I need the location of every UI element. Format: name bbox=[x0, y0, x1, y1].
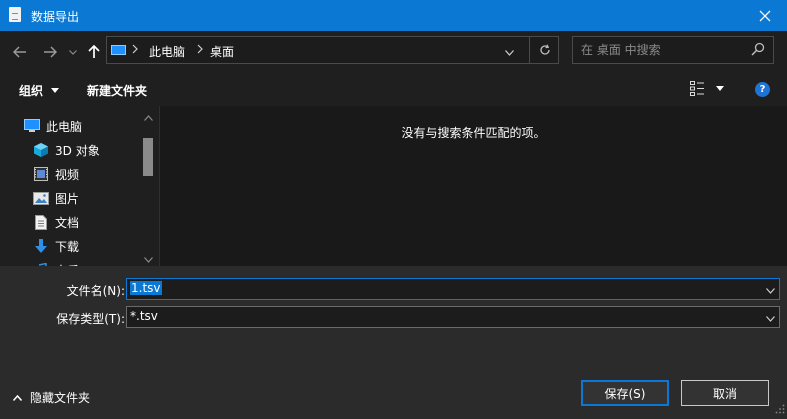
sidebar-item-documents[interactable]: 文档 bbox=[33, 212, 79, 232]
filename-label: 文件名(N): bbox=[66, 284, 125, 298]
hide-folders-label: 隐藏文件夹 bbox=[30, 391, 91, 405]
sidebar-item-label: 图片 bbox=[55, 191, 80, 206]
sidebar-item-videos[interactable]: 视频 bbox=[33, 164, 79, 184]
navigation-pane: 此电脑 3D 对象 视频 图片 文档 下载 bbox=[0, 106, 160, 266]
chevron-down-icon bbox=[505, 50, 514, 56]
filename-field[interactable]: 1.tsv bbox=[126, 278, 780, 300]
sidebar-item-this-pc[interactable]: 此电脑 bbox=[24, 116, 82, 136]
help-icon[interactable]: ? bbox=[755, 82, 770, 97]
recent-locations-button[interactable] bbox=[66, 42, 80, 62]
close-button[interactable] bbox=[743, 0, 787, 31]
refresh-icon bbox=[540, 44, 550, 55]
chevron-right-icon bbox=[197, 43, 203, 57]
chevron-down-icon[interactable] bbox=[766, 311, 775, 325]
arrow-up-icon bbox=[88, 45, 100, 58]
filename-value: 1.tsv bbox=[130, 281, 162, 295]
address-history-button[interactable] bbox=[505, 45, 514, 59]
change-view-button[interactable] bbox=[690, 81, 724, 96]
up-button[interactable] bbox=[85, 42, 103, 62]
scroll-thumb[interactable] bbox=[143, 138, 153, 176]
save-button[interactable]: 保存(S) bbox=[581, 380, 669, 406]
filetype-label: 保存类型(T): bbox=[56, 312, 125, 326]
app-icon bbox=[9, 7, 21, 22]
command-bar: 组织 新建文件夹 ? bbox=[0, 73, 787, 106]
cancel-button[interactable]: 取消 bbox=[681, 380, 769, 406]
refresh-button[interactable] bbox=[529, 37, 560, 63]
computer-icon bbox=[24, 118, 40, 134]
sidebar-item-label: 3D 对象 bbox=[55, 143, 100, 158]
hide-folders-toggle[interactable]: 隐藏文件夹 bbox=[13, 389, 90, 406]
download-icon bbox=[33, 238, 49, 254]
filetype-select[interactable]: *.tsv bbox=[126, 306, 780, 328]
sidebar-item-label: 视频 bbox=[55, 167, 80, 182]
back-button[interactable] bbox=[10, 42, 30, 62]
scroll-up-icon[interactable] bbox=[144, 110, 153, 124]
sidebar-item-label: 此电脑 bbox=[46, 119, 83, 134]
breadcrumb-current[interactable]: 桌面 bbox=[210, 43, 234, 60]
picture-icon bbox=[33, 190, 49, 206]
sidebar-item-downloads[interactable]: 下载 bbox=[33, 236, 79, 256]
chevron-right-icon bbox=[132, 43, 138, 57]
sidebar-item-label: 下载 bbox=[55, 239, 80, 254]
scroll-down-icon[interactable] bbox=[144, 252, 153, 266]
address-bar[interactable]: 此电脑 桌面 bbox=[106, 36, 559, 64]
sidebar-item-label: 文档 bbox=[55, 215, 80, 230]
empty-results-message: 没有与搜索条件匹配的项。 bbox=[401, 126, 546, 140]
computer-icon bbox=[111, 45, 126, 55]
document-icon bbox=[33, 214, 49, 230]
arrow-left-icon bbox=[13, 46, 26, 58]
search-icon[interactable] bbox=[751, 42, 765, 59]
sidebar-item-3d-objects[interactable]: 3D 对象 bbox=[33, 140, 100, 160]
cube-icon bbox=[33, 142, 49, 158]
resize-grip-icon[interactable] bbox=[775, 403, 785, 417]
caret-down-icon bbox=[51, 88, 60, 93]
chevron-down-icon[interactable] bbox=[766, 283, 775, 297]
caret-down-icon bbox=[716, 86, 724, 91]
file-list-pane[interactable]: 没有与搜索条件匹配的项。 bbox=[160, 106, 787, 266]
organize-menu[interactable]: 组织 bbox=[19, 82, 60, 99]
save-options-panel: 文件名(N): 1.tsv 保存类型(T): *.tsv 隐藏文件夹 保存(S)… bbox=[0, 266, 787, 419]
search-box bbox=[572, 36, 774, 64]
breadcrumb-root[interactable]: 此电脑 bbox=[149, 43, 185, 60]
organize-label: 组织 bbox=[19, 84, 44, 98]
window-title: 数据导出 bbox=[31, 10, 80, 24]
filetype-value: *.tsv bbox=[130, 309, 158, 323]
search-input[interactable] bbox=[581, 41, 741, 59]
chevron-down-icon bbox=[69, 49, 77, 55]
video-icon bbox=[33, 166, 49, 182]
close-icon bbox=[759, 10, 771, 21]
sidebar-scrollbar[interactable] bbox=[140, 106, 157, 266]
chevron-up-icon bbox=[13, 394, 22, 401]
arrow-right-icon bbox=[44, 46, 57, 58]
save-dialog: 数据导出 此电脑 桌面 在 桌面 中搜索 组织 新建文件夹 ? 此电脑 3D 对… bbox=[0, 0, 787, 419]
forward-button[interactable] bbox=[40, 42, 60, 62]
new-folder-label: 新建文件夹 bbox=[87, 84, 148, 98]
title-bar: 数据导出 bbox=[0, 0, 787, 31]
sidebar-item-pictures[interactable]: 图片 bbox=[33, 188, 79, 208]
details-view-icon bbox=[690, 81, 704, 96]
new-folder-button[interactable]: 新建文件夹 bbox=[87, 82, 147, 99]
